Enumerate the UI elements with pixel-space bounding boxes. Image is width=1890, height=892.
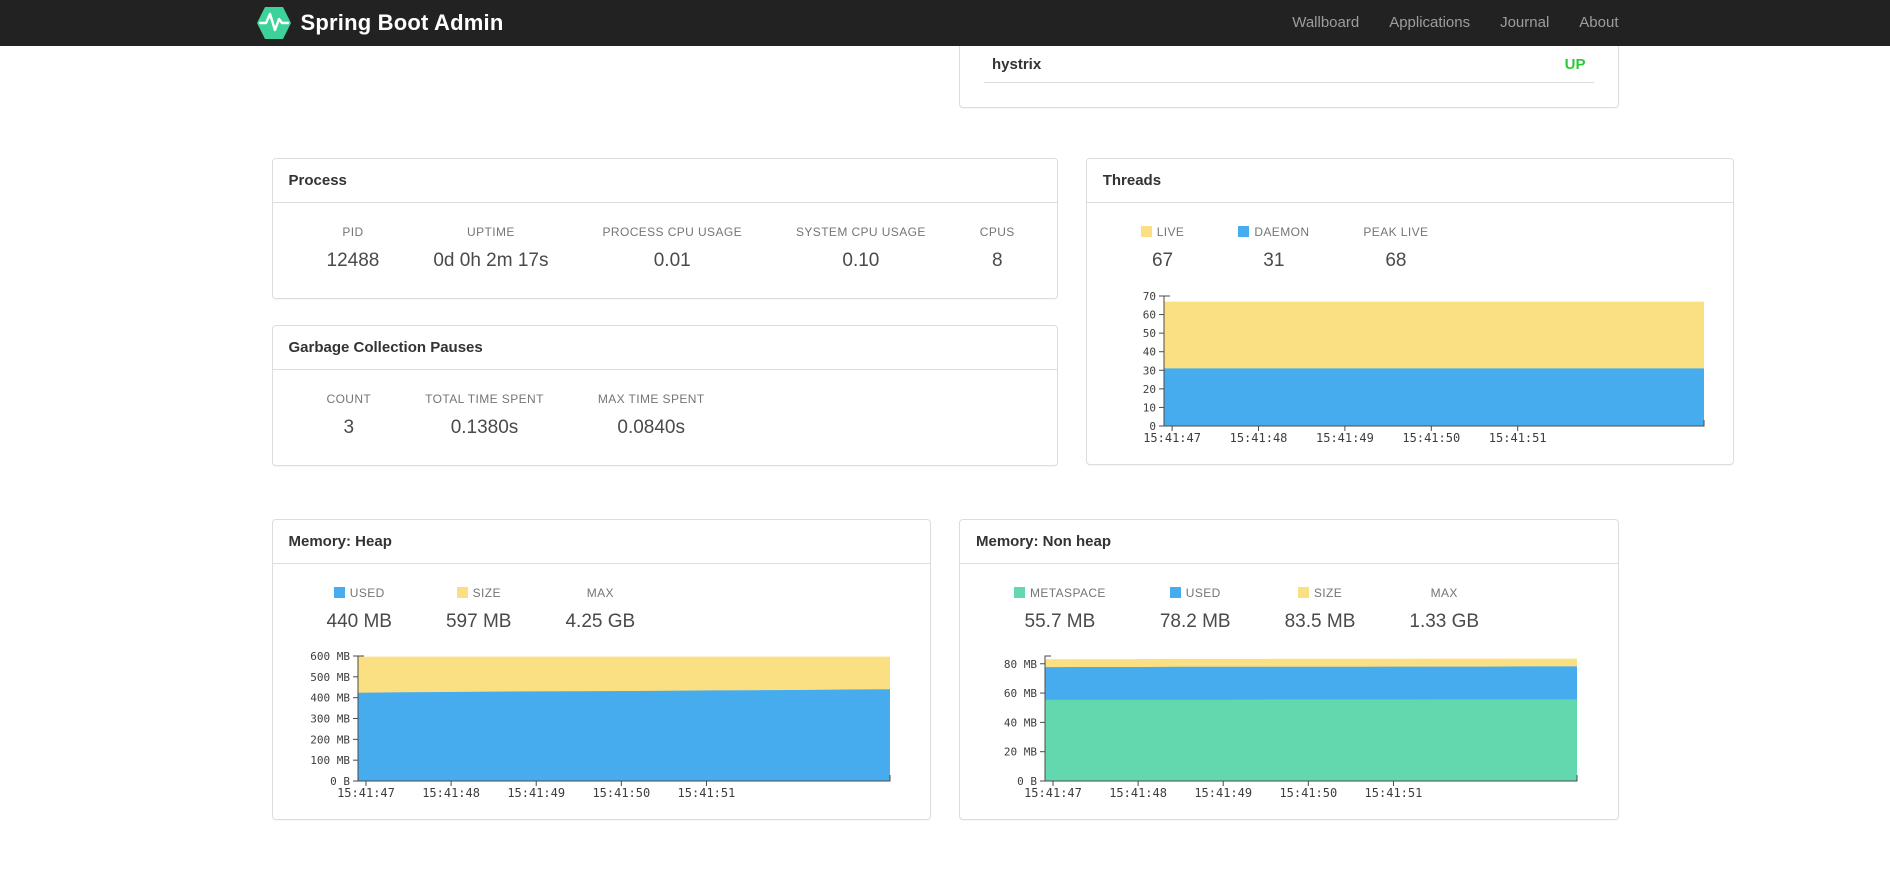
svg-text:15:41:50: 15:41:50 [592, 786, 650, 800]
metric-nonheap-metaspace: METASPACE 55.7 MB [987, 586, 1133, 633]
metric-process-cpu-usage: PROCESS CPU USAGE 0.01 [602, 225, 742, 271]
application-status-card: hystrix UP [959, 46, 1619, 108]
metric-heap-used: USED 440 MB [326, 586, 392, 632]
gc-metrics: COUNT 3 TOTAL TIME SPENT 0.1380s MAX TIM… [288, 392, 1042, 439]
svg-text:15:41:50: 15:41:50 [1279, 786, 1337, 800]
navbar: Spring Boot Admin Wallboard Applications… [0, 0, 1890, 46]
svg-text:400 MB: 400 MB [310, 692, 350, 705]
svg-text:15:41:48: 15:41:48 [1109, 786, 1167, 800]
threads-metrics: LIVE 67 DAEMON 31 PEAK LIVE 68 [1102, 225, 1718, 272]
memory-heap-card-title: Memory: Heap [272, 520, 930, 564]
live-legend-swatch [1140, 226, 1152, 237]
process-card: Process PID 12488 UPTIME 0d 0h 2m 17s PR… [271, 158, 1058, 299]
svg-text:10: 10 [1142, 401, 1155, 414]
svg-text:40: 40 [1142, 346, 1155, 359]
metric-threads-peak-live: PEAK LIVE 68 [1363, 225, 1429, 271]
svg-text:20: 20 [1142, 383, 1155, 396]
svg-text:15:41:51: 15:41:51 [677, 786, 735, 800]
svg-text:15:41:48: 15:41:48 [422, 786, 480, 800]
svg-text:15:41:47: 15:41:47 [337, 786, 395, 800]
row-application-status: hystrix UP [272, 46, 1619, 108]
nav-item-applications[interactable]: Applications [1389, 14, 1470, 31]
svg-text:15:41:47: 15:41:47 [1024, 786, 1082, 800]
svg-text:15:41:49: 15:41:49 [1316, 431, 1374, 445]
memory-heap-card: Memory: Heap USED 440 MB SIZE 597 MB MAX… [271, 519, 931, 820]
application-name: hystrix [992, 56, 1042, 73]
svg-text:600 MB: 600 MB [310, 650, 350, 663]
svg-text:15:41:47: 15:41:47 [1143, 431, 1201, 445]
metric-threads-live: LIVE 67 [1114, 225, 1212, 272]
metric-pid: PID 12488 [326, 225, 380, 271]
threads-card: Threads LIVE 67 DAEMON 31 PEAK LIVE 68 0… [1085, 158, 1734, 465]
memory-nonheap-chart: 0 B20 MB40 MB60 MB80 MB15:41:47 15:41:48 1… [1004, 655, 1578, 800]
brand-title: Spring Boot Admin [300, 10, 504, 35]
memory-nonheap-metrics: METASPACE 55.7 MB USED 78.2 MB SIZE 83.5… [975, 586, 1603, 633]
metric-nonheap-max: MAX 1.33 GB [1409, 586, 1480, 632]
nav-item-journal[interactable]: Journal [1500, 14, 1549, 31]
used-legend-swatch [1169, 587, 1181, 598]
size-legend-swatch [456, 587, 468, 598]
svg-text:50: 50 [1142, 327, 1155, 340]
size-legend-swatch [1297, 587, 1309, 598]
svg-text:60 MB: 60 MB [1004, 687, 1037, 700]
metric-heap-size: SIZE 597 MB [445, 586, 512, 632]
brand-link[interactable]: Spring Boot Admin [256, 6, 504, 40]
spring-boot-admin-logo-icon [256, 7, 291, 39]
metric-uptime: UPTIME 0d 0h 2m 17s [433, 225, 549, 271]
metaspace-legend-swatch [1014, 587, 1025, 598]
nav-item-about[interactable]: About [1579, 14, 1618, 31]
memory-heap-metrics: USED 440 MB SIZE 597 MB MAX 4.25 GB [288, 586, 916, 633]
metric-cpus: CPUS 8 [979, 225, 1015, 271]
metric-threads-daemon: DAEMON 31 [1211, 225, 1336, 272]
svg-text:15:41:49: 15:41:49 [507, 786, 565, 800]
metric-nonheap-used: USED 78.2 MB [1159, 586, 1231, 632]
process-metrics: PID 12488 UPTIME 0d 0h 2m 17s PROCESS CP… [288, 225, 1042, 272]
metric-system-cpu-usage: SYSTEM CPU USAGE 0.10 [795, 225, 926, 271]
svg-text:15:41:48: 15:41:48 [1229, 431, 1287, 445]
used-legend-swatch [333, 587, 345, 598]
svg-text:100 MB: 100 MB [310, 754, 350, 767]
gc-card-title: Garbage Collection Pauses [272, 326, 1057, 370]
svg-text:70: 70 [1142, 290, 1155, 303]
memory-nonheap-card: Memory: Non heap METASPACE 55.7 MB USED … [959, 519, 1619, 820]
svg-text:60: 60 [1142, 309, 1155, 322]
metric-nonheap-size: SIZE 83.5 MB [1284, 586, 1356, 632]
status-badge: UP [1564, 56, 1586, 73]
svg-text:500 MB: 500 MB [310, 671, 350, 684]
nav-links: Wallboard Applications Journal About [1292, 14, 1618, 32]
process-card-title: Process [272, 159, 1057, 203]
memory-heap-chart: 0 B100 MB200 MB300 MB400 MB500 MB600 MB1… [310, 650, 890, 800]
metric-gc-count: COUNT 3 [326, 392, 372, 438]
threads-card-title: Threads [1086, 159, 1733, 203]
svg-text:30: 30 [1142, 364, 1155, 377]
gc-card: Garbage Collection Pauses COUNT 3 TOTAL … [271, 325, 1058, 466]
daemon-legend-swatch [1238, 226, 1250, 237]
metric-gc-max-time: MAX TIME SPENT 0.0840s [597, 392, 705, 438]
metric-heap-max: MAX 4.25 GB [565, 586, 636, 632]
svg-text:200 MB: 200 MB [310, 733, 350, 746]
svg-text:15:41:49: 15:41:49 [1194, 786, 1252, 800]
threads-chart: 01020304050607015:41:47 15:41:48 15:41:49 1… [1142, 290, 1705, 445]
application-row[interactable]: hystrix UP [960, 46, 1618, 82]
svg-text:40 MB: 40 MB [1004, 716, 1037, 729]
svg-text:300 MB: 300 MB [310, 713, 350, 726]
memory-nonheap-card-title: Memory: Non heap [960, 520, 1618, 564]
nav-item-wallboard[interactable]: Wallboard [1292, 14, 1359, 31]
metric-gc-total-time: TOTAL TIME SPENT 0.1380s [425, 392, 544, 438]
svg-text:15:41:50: 15:41:50 [1402, 431, 1460, 445]
svg-text:15:41:51: 15:41:51 [1489, 431, 1547, 445]
svg-text:20 MB: 20 MB [1004, 746, 1037, 759]
svg-text:80 MB: 80 MB [1004, 658, 1037, 671]
svg-text:15:41:51: 15:41:51 [1365, 786, 1423, 800]
